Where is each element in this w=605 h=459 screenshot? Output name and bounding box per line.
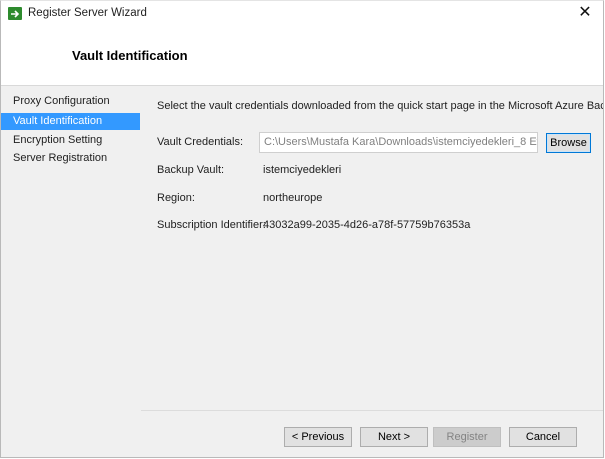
vault-credentials-label: Vault Credentials: [157,136,244,148]
subscription-identifier-value: 43032a99-2035-4d26-a78f-57759b76353a [263,219,471,231]
window-title: Register Server Wizard [28,7,147,19]
intro-text: Select the vault credentials downloaded … [157,100,604,112]
region-label: Region: [157,192,195,204]
wizard-steps-sidebar: Proxy Configuration Vault Identification… [1,86,141,457]
main-content: Select the vault credentials downloaded … [141,86,603,410]
next-button[interactable]: Next > [360,427,428,447]
register-button: Register [433,427,501,447]
close-icon[interactable]: ✕ [576,5,594,23]
cancel-button[interactable]: Cancel [509,427,577,447]
sidebar-item-proxy-configuration[interactable]: Proxy Configuration [1,93,140,110]
backup-vault-label: Backup Vault: [157,164,225,176]
page-title: Vault Identification [72,48,188,63]
server-wizard-icon [8,7,22,20]
previous-button[interactable]: < Previous [284,427,352,447]
register-server-wizard-window: Register Server Wizard ✕ Vault Identific… [0,0,604,458]
browse-button[interactable]: Browse [546,133,591,153]
wizard-footer: < Previous Next > Register Cancel [141,410,603,457]
vault-credentials-field[interactable]: C:\Users\Mustafa Kara\Downloads\istemciy… [259,132,538,153]
sidebar-item-encryption-setting[interactable]: Encryption Setting [1,132,140,149]
title-bar: Register Server Wizard ✕ [1,1,603,27]
sidebar-item-server-registration[interactable]: Server Registration [1,150,140,167]
wizard-header: Vault Identification [1,27,603,85]
sidebar-item-vault-identification[interactable]: Vault Identification [1,113,140,130]
region-value: northeurope [263,192,323,204]
backup-vault-value: istemciyedekleri [263,164,342,176]
subscription-identifier-label: Subscription Identifier: [157,219,266,231]
